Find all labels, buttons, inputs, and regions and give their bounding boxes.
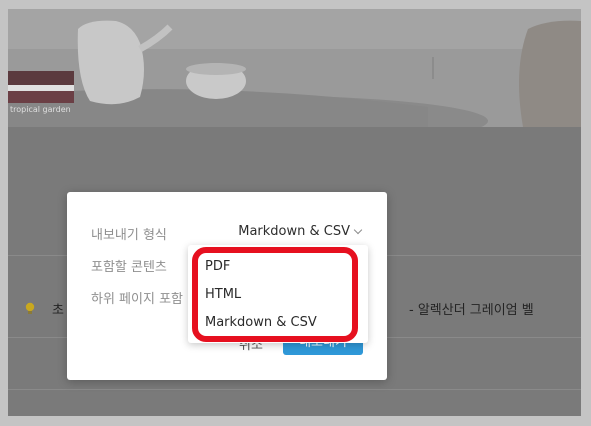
divider [8, 389, 581, 390]
dropdown-option-markdown-csv[interactable]: Markdown & CSV [205, 315, 317, 330]
lightbulb-icon [25, 302, 35, 314]
notice-author: - 알렉산더 그레이엄 벨 [409, 303, 534, 318]
cover-image: tropical garden [8, 9, 581, 127]
notice-text-start: 초 [52, 303, 64, 318]
export-format-label: 내보내기 형식 [91, 228, 167, 243]
chevron-down-icon [353, 225, 363, 234]
export-format-dropdown: PDF HTML Markdown & CSV [188, 245, 368, 343]
book-title-text: tropical garden [10, 105, 71, 114]
dropdown-option-html[interactable]: HTML [205, 287, 241, 302]
include-content-label: 포함할 콘텐츠 [91, 260, 167, 275]
export-format-value: Markdown & CSV [238, 224, 350, 239]
include-subpages-label: 하위 페이지 포함 [91, 292, 183, 307]
dropdown-option-pdf[interactable]: PDF [205, 259, 230, 274]
export-format-select[interactable]: Markdown & CSV [238, 224, 363, 239]
